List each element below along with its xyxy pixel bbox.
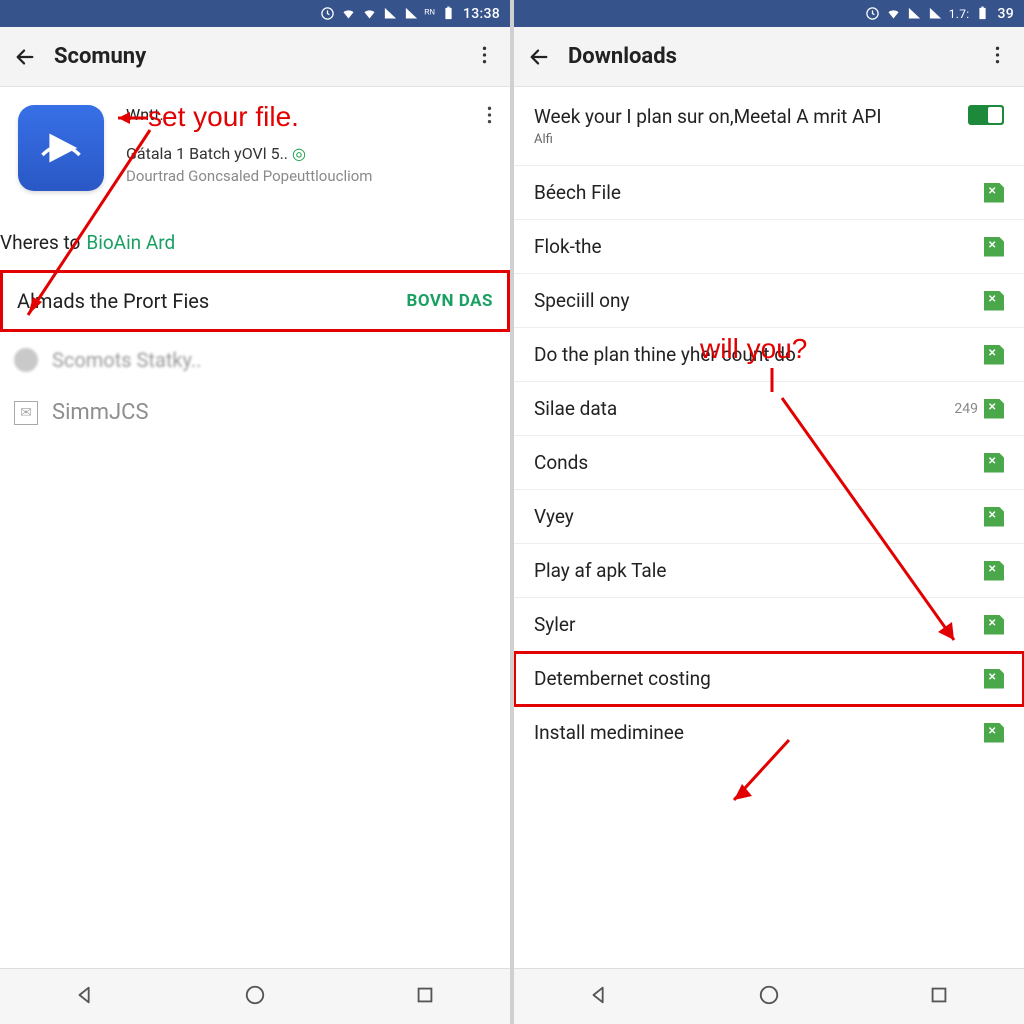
list-item[interactable]: ✉ SimmJCS [0,388,510,437]
file-item[interactable]: Install mediminee [514,706,1024,759]
file-item-label: Conds [534,451,984,474]
file-item[interactable]: Syler [514,598,1024,652]
card-overflow-menu[interactable] [487,105,492,129]
nav-recent-button[interactable] [928,984,950,1010]
xlsx-icon [984,291,1004,311]
battery-text: 1.7: [949,7,970,21]
app-description: Dourtrad Goncsaled Popeuttloucliom [126,167,492,185]
nav-back-button[interactable] [588,984,610,1010]
nav-home-button[interactable] [244,984,266,1010]
signal-icon [907,6,922,21]
signal-icon [383,6,398,21]
signal-icon [404,6,419,21]
file-item[interactable]: Play af apk Tale [514,544,1024,598]
nav-bar [0,968,510,1024]
file-item-label: Detembernet costing [534,667,984,690]
header-row-sub: Alfi [534,132,968,147]
list-item-label: SimmJCS [52,400,149,425]
file-item[interactable]: Conds [514,436,1024,490]
section-header: Vheres toBioAin Ard [0,201,510,264]
toggle-switch[interactable] [968,105,1004,125]
clock-time: 13:38 [463,6,500,22]
info-icon [14,348,38,372]
file-item-label: Play af apk Tale [534,559,984,582]
file-item-label: Do the plan thine yher count do [534,343,984,366]
nav-back-button[interactable] [74,984,96,1010]
status-bar: ᴿᴺ 13:38 [0,0,510,27]
nav-bar [514,968,1024,1024]
overflow-menu[interactable] [472,45,496,69]
file-item[interactable]: Béech File [514,166,1024,220]
left-screenshot: ᴿᴺ 13:38 Scomuny Wntt. [0,0,510,1024]
file-item[interactable]: Do the plan thine yher count do [514,328,1024,382]
file-item-label: Install mediminee [534,721,984,744]
list-item[interactable]: Scomots Statky.. [0,332,510,388]
file-item-label: Vyey [534,505,984,528]
battery-icon [441,6,456,21]
xlsx-icon [984,183,1004,203]
xlsx-icon [984,669,1004,689]
file-item-count: 249 [954,401,978,417]
network-indicator: ᴿᴺ [425,7,435,20]
back-button[interactable] [14,46,44,68]
clock-icon [320,6,335,21]
right-screenshot: 1.7: 39 Downloads Week your I plan sur o… [514,0,1024,1024]
file-item-label: Speciill ony [534,289,984,312]
xlsx-icon [984,561,1004,581]
file-item[interactable]: Flok-the [514,220,1024,274]
xlsx-icon [984,507,1004,527]
file-item[interactable]: Speciill ony [514,274,1024,328]
list-item-label: Scomots Statky.. [52,348,201,372]
content-area: Wntt. Gátala 1 Batch yOVl 5..◎ Dourtrad … [0,87,510,968]
app-bar: Downloads [514,27,1024,87]
app-subtitle: Gátala 1 Batch yOVl 5..◎ [126,144,492,163]
file-item[interactable]: Vyey [514,490,1024,544]
xlsx-icon [984,615,1004,635]
xlsx-icon [984,345,1004,365]
wifi-icon [362,6,377,21]
app-card: Wntt. Gátala 1 Batch yOVl 5..◎ Dourtrad … [0,87,510,201]
nav-home-button[interactable] [758,984,780,1010]
signal-icon [928,6,943,21]
clock-time: 39 [997,6,1014,22]
xlsx-icon [984,453,1004,473]
xlsx-icon [984,723,1004,743]
highlighted-row[interactable]: Almads the Prort Fies BOVN DAS [0,270,510,332]
file-item-label: Flok-the [534,235,984,258]
app-title-line: Wntt. [126,105,492,124]
xlsx-icon [984,237,1004,257]
file-item[interactable]: Silae data 249 [514,382,1024,436]
overflow-menu[interactable] [986,45,1010,69]
file-item-highlighted[interactable]: Detembernet costing [514,652,1024,706]
back-button[interactable] [528,46,558,68]
status-bar: 1.7: 39 [514,0,1024,27]
file-item-label: Silae data [534,397,954,420]
clock-icon [865,6,880,21]
page-title: Downloads [568,44,986,69]
page-title: Scomuny [54,44,472,69]
xlsx-icon [984,399,1004,419]
action-button[interactable]: BOVN DAS [407,291,493,311]
verified-icon: ◎ [292,144,306,163]
file-item-label: Syler [534,613,984,636]
app-icon [18,105,104,191]
mail-icon: ✉ [14,401,38,425]
file-item-label: Béech File [534,181,984,204]
content-area: Week your I plan sur on,Meetal A mrit AP… [514,87,1024,968]
wifi-icon [886,6,901,21]
row-label: Almads the Prort Fies [17,289,209,313]
nav-recent-button[interactable] [414,984,436,1010]
header-row-label: Week your I plan sur on,Meetal A mrit AP… [534,105,882,128]
app-bar: Scomuny [0,27,510,87]
battery-icon [975,6,990,21]
header-row[interactable]: Week your I plan sur on,Meetal A mrit AP… [514,87,1024,166]
wifi-icon [341,6,356,21]
